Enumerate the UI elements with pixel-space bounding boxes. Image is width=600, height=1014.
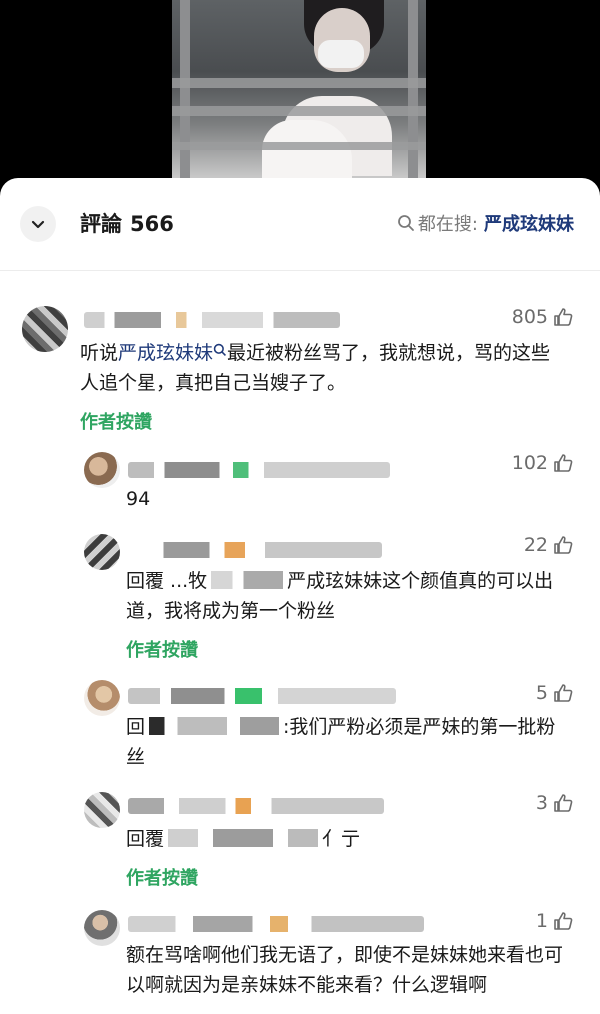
author-liked-badge: 作者按讚: [126, 868, 198, 889]
author-liked-badge: 作者按讚: [126, 640, 198, 661]
thumbs-up-icon: [554, 794, 573, 812]
username-blurred[interactable]: [128, 916, 424, 932]
thumbs-up-icon: [554, 912, 573, 930]
like-count[interactable]: 102: [512, 452, 574, 474]
author-liked-badge: 作者按讚: [80, 412, 152, 433]
thumbs-up-icon: [554, 684, 573, 702]
railing-bar: [172, 78, 426, 88]
like-count[interactable]: 5: [536, 682, 574, 704]
comment-title-label: 評論: [80, 212, 122, 236]
reply-item: 5 回:我们严粉必须是严妹的第一批粉丝: [0, 678, 600, 778]
avatar[interactable]: [84, 452, 120, 488]
avatar[interactable]: [84, 910, 120, 946]
username-blurred[interactable]: [128, 688, 396, 704]
comment-sheet: 評論 566 都在搜: 严成玹妹妹 805 听说严成玹妹妹 最近被粉丝骂了，我就想说…: [0, 178, 600, 1014]
reply-prefix: 回覆 ...牧: [126, 570, 208, 592]
thumbs-up-icon: [554, 536, 573, 554]
avatar[interactable]: [84, 534, 120, 570]
reply-item: 102 94: [0, 448, 600, 518]
railing-bar: [172, 106, 426, 116]
railing-bar: [172, 142, 426, 150]
like-count-value: 1: [535, 910, 548, 932]
reply-item: 1 额在骂啥啊他们我无语了，即使不是妹妹她来看也可以啊就因为是亲妹妹不能来看？什…: [0, 906, 600, 1014]
comment-text: 回:我们严粉必须是严妹的第一批粉丝: [126, 712, 566, 772]
like-count-value: 22: [523, 534, 548, 556]
username-blurred[interactable]: [84, 312, 340, 328]
like-count-value: 102: [511, 452, 548, 474]
video-player[interactable]: [0, 0, 600, 190]
search-keyword[interactable]: 严成玹妹妹: [484, 210, 574, 236]
avatar[interactable]: [84, 680, 120, 716]
comment-item: 805 听说严成玹妹妹 最近被粉丝骂了，我就想说，骂的这些人追个星，真把自己当嫂子…: [0, 296, 600, 446]
avatar[interactable]: [84, 792, 120, 828]
comment-text: 回覆 ...牧 严成玹妹妹这个颜值真的可以出道，我将成为第一个粉丝: [126, 566, 566, 626]
comment-text-before: 听说: [80, 342, 119, 364]
search-prefix: 都在搜:: [417, 214, 478, 235]
video-figure-mask: [318, 40, 364, 68]
comment-title: 評論 566: [80, 208, 174, 238]
railing-post: [408, 0, 418, 178]
comment-text: 听说严成玹妹妹 最近被粉丝骂了，我就想说，骂的这些人追个星，真把自己当嫂子了。: [80, 338, 560, 398]
comment-keyword-link[interactable]: 严成玹妹妹: [118, 342, 213, 364]
comment-text: 回覆 亻亍: [126, 824, 566, 854]
redacted-name: [211, 571, 284, 589]
comment-header: 評論 566 都在搜: 严成玹妹妹: [0, 178, 600, 271]
trending-search[interactable]: 都在搜: 严成玹妹妹: [397, 210, 574, 236]
reply-item: 22 回覆 ...牧 严成玹妹妹这个颜值真的可以出道，我将成为第一个粉丝 作者按讚: [0, 530, 600, 662]
like-count[interactable]: 3: [536, 792, 574, 814]
thumbs-up-icon: [554, 308, 573, 326]
collapse-button[interactable]: [20, 206, 56, 242]
redacted-name: [168, 829, 319, 847]
video-frame: [172, 0, 426, 178]
comment-text: 额在骂啥啊他们我无语了，即使不是妹妹她来看也可以啊就因为是亲妹妹不能来看？什么逻…: [126, 944, 564, 996]
username-blurred[interactable]: [128, 798, 384, 814]
username-blurred[interactable]: [128, 462, 390, 478]
chevron-down-icon: [31, 220, 45, 229]
avatar[interactable]: [22, 306, 68, 352]
like-count-value: 3: [535, 792, 548, 814]
reply-body: 亻亍: [322, 828, 361, 850]
like-count[interactable]: 22: [524, 534, 574, 556]
comment-text: 94: [126, 488, 151, 510]
reply-prefix: 回: [126, 716, 146, 738]
thumbs-up-icon: [554, 454, 573, 472]
like-count-value: 5: [535, 682, 548, 704]
like-count[interactable]: 805: [512, 306, 574, 328]
reply-item: 3 回覆 亻亍 作者按讚: [0, 790, 600, 900]
username-blurred[interactable]: [128, 542, 382, 558]
like-count[interactable]: 1: [536, 910, 574, 932]
redacted-name: [149, 717, 280, 735]
reply-prefix: 回覆: [126, 828, 165, 850]
search-icon: [398, 215, 414, 231]
comment-count: 566: [130, 212, 174, 236]
railing-post: [180, 0, 190, 178]
search-icon: [213, 343, 227, 356]
like-count-value: 805: [511, 306, 548, 328]
